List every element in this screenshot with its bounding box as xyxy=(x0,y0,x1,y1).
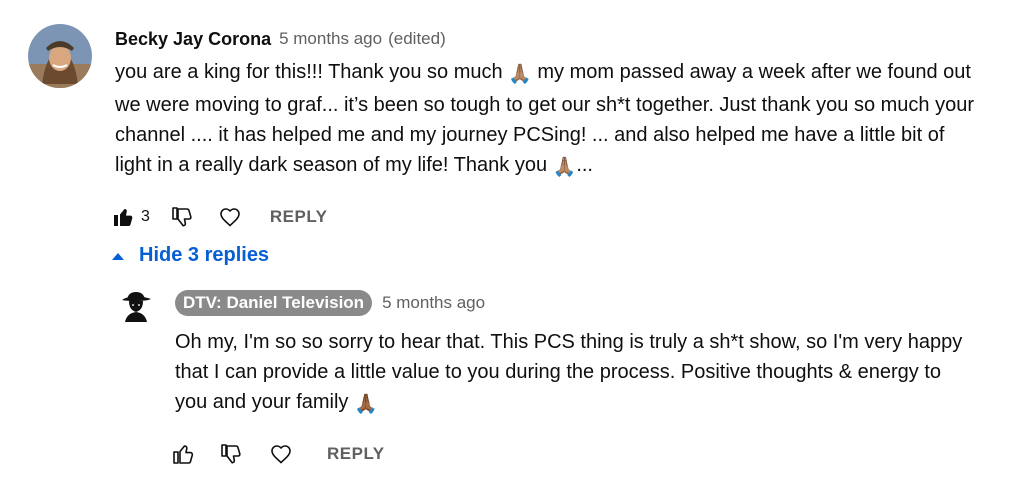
like-button[interactable] xyxy=(105,199,141,235)
praying-hands-emoji: 🙏🏽 xyxy=(508,64,532,85)
comment-text: you are a king for this!!! Thank you so … xyxy=(115,57,975,183)
dislike-button[interactable] xyxy=(164,199,200,235)
reply-body: DTV: Daniel Television 5 months ago Oh m… xyxy=(173,288,975,472)
comment-text-part: you are a king for this!!! Thank you so … xyxy=(115,61,509,83)
reply-timestamp[interactable]: 5 months ago xyxy=(382,293,485,313)
praying-hands-emoji: 🙏🏽 xyxy=(552,157,577,178)
thumbs-down-icon xyxy=(172,207,192,227)
thumbs-up-filled-icon xyxy=(114,209,133,226)
comment-body: Becky Jay Corona 5 months ago (edited) y… xyxy=(114,24,975,235)
heart-icon xyxy=(271,445,291,464)
comment-timestamp[interactable]: 5 months ago xyxy=(279,29,382,49)
edited-label: (edited) xyxy=(388,29,446,48)
caret-up-icon xyxy=(112,252,124,260)
heart-button[interactable] xyxy=(212,199,248,235)
comment-actions: 3 REPLY xyxy=(105,199,975,235)
read-more-ellipsis[interactable]: ... xyxy=(576,154,593,176)
like-count: 3 xyxy=(141,208,150,225)
heart-icon xyxy=(220,208,240,227)
hide-replies-toggle[interactable]: Hide 3 replies xyxy=(111,244,269,267)
avatar[interactable] xyxy=(28,24,92,88)
reply-text-part: Oh my, I'm so so sorry to hear that. Thi… xyxy=(175,331,963,413)
reply-text: Oh my, I'm so so sorry to hear that. Thi… xyxy=(175,327,975,420)
comment-header: Becky Jay Corona 5 months ago (edited) xyxy=(115,24,975,54)
like-button[interactable] xyxy=(165,436,201,472)
praying-hands-emoji: 🙏🏾 xyxy=(353,394,378,415)
reply-actions: REPLY xyxy=(165,436,975,472)
heart-button[interactable] xyxy=(263,436,299,472)
reply-button[interactable]: REPLY xyxy=(327,444,385,464)
avatar[interactable] xyxy=(118,288,154,324)
reply-button[interactable]: REPLY xyxy=(270,207,328,227)
thumbs-up-icon xyxy=(173,445,194,464)
hide-replies-label: Hide 3 replies xyxy=(139,244,270,266)
comment-author[interactable]: Becky Jay Corona xyxy=(115,29,271,50)
thumbs-down-icon xyxy=(221,444,241,464)
reply-header: DTV: Daniel Television 5 months ago xyxy=(175,288,975,318)
dislike-button[interactable] xyxy=(213,436,249,472)
author-badge[interactable]: DTV: Daniel Television xyxy=(175,290,373,316)
